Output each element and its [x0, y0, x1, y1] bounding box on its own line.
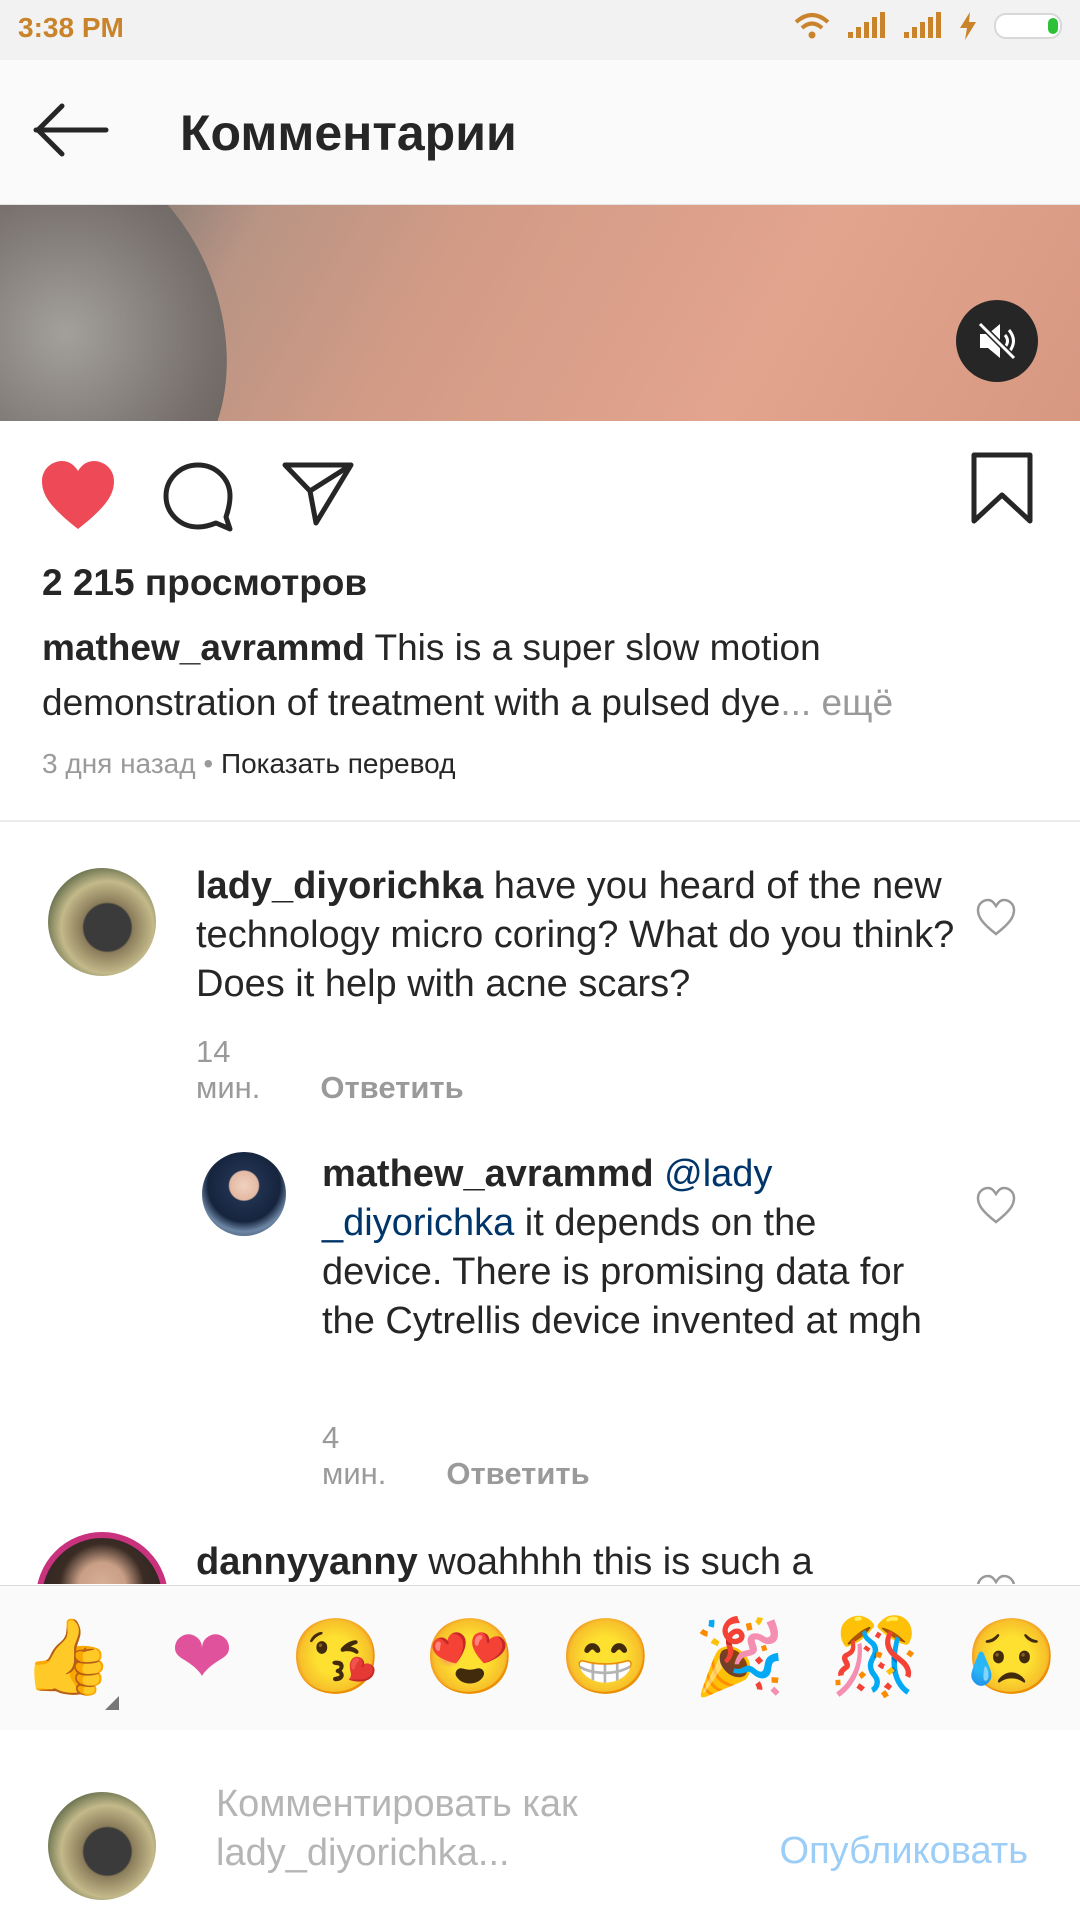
- like-heart-icon[interactable]: [976, 898, 1016, 938]
- header: Комментарии: [0, 60, 1080, 205]
- reply-button[interactable]: Ответить: [446, 1456, 589, 1491]
- avatar: [48, 1792, 156, 1900]
- like-heart-icon[interactable]: [976, 1574, 1016, 1584]
- share-icon[interactable]: [282, 461, 354, 527]
- caption-username[interactable]: mathew_avrammd: [42, 627, 365, 668]
- emoji-skin-tone-indicator: [105, 1696, 119, 1710]
- comment-time: 14 мин.: [196, 1034, 261, 1105]
- comment-text: mathew_avrammd @lady _diyorichka it depe…: [322, 1150, 942, 1346]
- emoji-heart-eyes[interactable]: 😍: [420, 1612, 520, 1702]
- post-caption: mathew_avrammd This is a super slow moti…: [42, 620, 1042, 730]
- signal-icon: [904, 12, 941, 38]
- input-placeholder-line: Комментировать как: [216, 1783, 578, 1825]
- comment-item: dannyyanny woahhhh this is such a: [0, 1520, 1080, 1584]
- divider: [0, 820, 1080, 822]
- comment-icon[interactable]: [162, 461, 234, 533]
- caption-more-link[interactable]: ... ещё: [780, 682, 893, 723]
- status-time: 3:38 PM: [18, 12, 124, 43]
- status-icons: [794, 12, 1062, 40]
- post-time: 3 дня назад: [42, 748, 196, 779]
- page-title: Комментарии: [180, 105, 517, 161]
- post-actions: [0, 421, 1080, 561]
- comment-text: dannyyanny woahhhh this is such a: [196, 1538, 956, 1584]
- comment-meta: 4 мин. Ответить: [322, 1420, 590, 1492]
- comment-input[interactable]: Комментировать как lady_diyorichka...: [216, 1780, 578, 1878]
- emoji-quick-bar: 👍 ❤ 😘 😍 😁 🎉 🎊 😥: [0, 1585, 1080, 1731]
- emoji-grin[interactable]: 😁: [556, 1612, 656, 1702]
- emoji-kiss[interactable]: 😘: [286, 1612, 386, 1702]
- bookmark-icon[interactable]: [970, 451, 1034, 525]
- like-heart-icon[interactable]: [976, 1186, 1016, 1226]
- video-frame: [0, 205, 274, 421]
- emoji-party-popper[interactable]: 🎉: [690, 1612, 790, 1702]
- meta-separator: •: [195, 748, 221, 779]
- emoji-thumbs-up[interactable]: 👍: [18, 1612, 118, 1702]
- status-bar: 3:38 PM: [0, 0, 1080, 60]
- emoji-sad[interactable]: 😥: [962, 1612, 1062, 1702]
- view-count: 2 215 просмотров: [42, 562, 368, 603]
- charging-icon: [960, 12, 976, 40]
- show-translation-link[interactable]: Показать перевод: [221, 748, 456, 779]
- publish-button[interactable]: Опубликовать: [780, 1830, 1028, 1873]
- post-meta: 3 дня назад • Показать перевод: [42, 748, 455, 780]
- avatar[interactable]: [202, 1152, 286, 1236]
- video-player[interactable]: [0, 205, 1080, 421]
- emoji-heart[interactable]: ❤: [152, 1612, 252, 1702]
- avatar[interactable]: [36, 1532, 168, 1584]
- mute-button[interactable]: [956, 300, 1038, 382]
- input-placeholder-line: lady_diyorichka...: [216, 1832, 510, 1874]
- comment-text: lady_diyorichka have you heard of the ne…: [196, 862, 956, 1009]
- volume-muted-icon: [977, 321, 1017, 361]
- avatar[interactable]: [48, 868, 156, 976]
- comment-input-bar: Комментировать как lady_diyorichka... Оп…: [0, 1730, 1080, 1920]
- back-arrow-icon[interactable]: [32, 100, 112, 160]
- comment-username[interactable]: lady_diyorichka: [196, 865, 483, 907]
- comment-username[interactable]: dannyyanny: [196, 1541, 418, 1583]
- comment-meta: 14 мин. Ответить: [196, 1034, 464, 1106]
- heart-filled-icon[interactable]: [40, 461, 116, 531]
- battery-icon: [994, 13, 1062, 39]
- signal-icon: [848, 12, 885, 38]
- wifi-icon: [794, 13, 830, 39]
- emoji-confetti[interactable]: 🎊: [826, 1612, 926, 1702]
- comment-time: 4 мин.: [322, 1420, 387, 1491]
- comment-username[interactable]: mathew_avrammd: [322, 1153, 654, 1195]
- reply-button[interactable]: Ответить: [320, 1070, 463, 1105]
- comment-body: woahhhh this is such a: [417, 1541, 813, 1583]
